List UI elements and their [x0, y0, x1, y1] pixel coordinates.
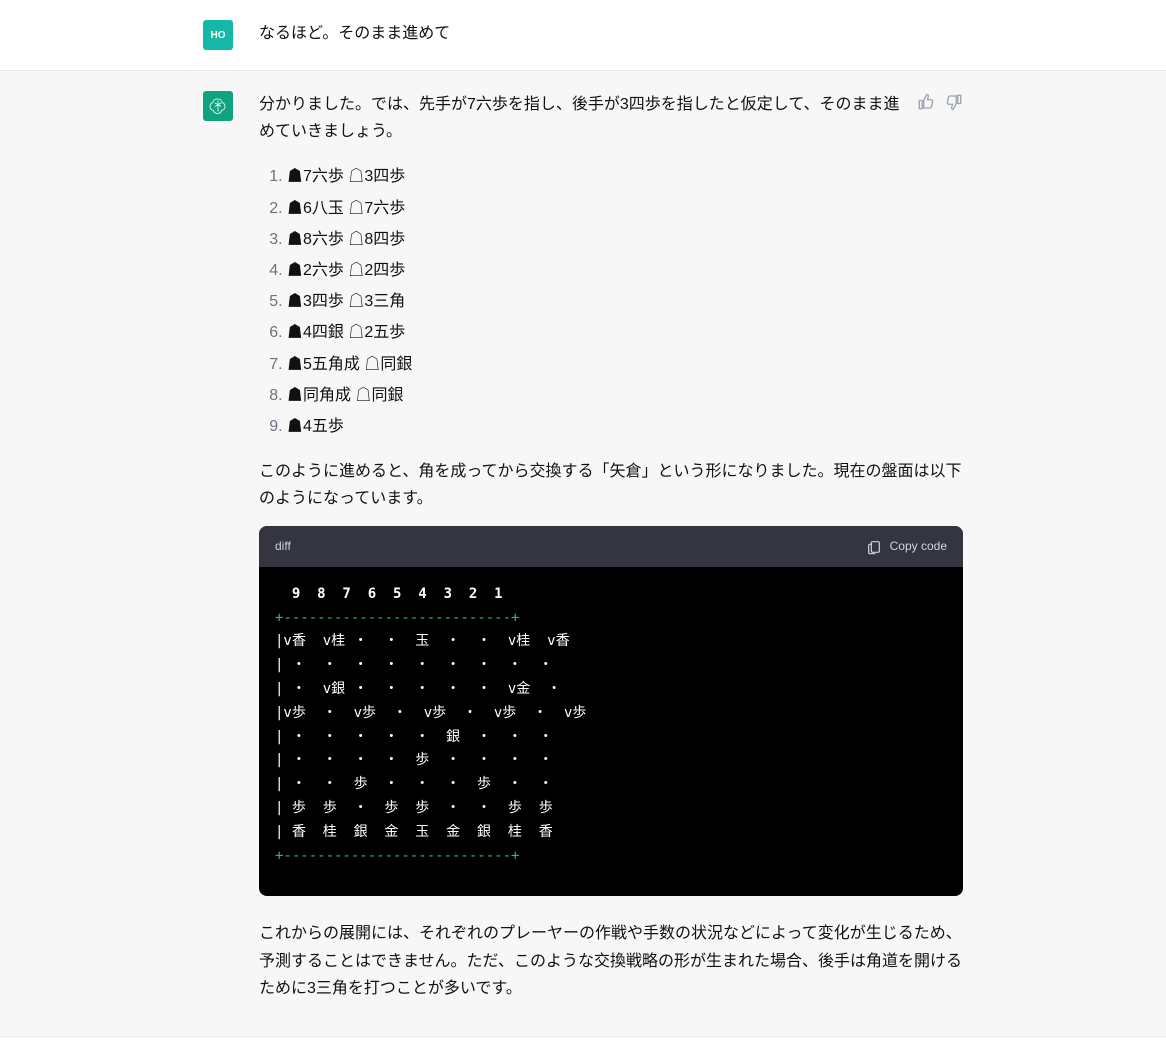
move-text: ☗同角成 ☖同銀: [287, 387, 403, 404]
feedback-buttons: [917, 91, 963, 111]
clipboard-icon: [866, 539, 882, 555]
move-item: ☗7六歩 ☖3四歩: [287, 161, 963, 192]
copy-code-label: Copy code: [890, 536, 947, 556]
move-text: ☗2六歩 ☖2四歩: [287, 262, 405, 279]
move-item: ☗2六歩 ☖2四歩: [287, 255, 963, 286]
move-text: ☗4五歩: [287, 418, 344, 435]
move-item: ☗4四銀 ☖2五歩: [287, 317, 963, 348]
move-item: ☗同角成 ☖同銀: [287, 380, 963, 411]
openai-logo-icon: [208, 96, 228, 116]
user-avatar: HO: [203, 20, 233, 50]
user-message-row: HO なるほど。そのまま進めて: [0, 0, 1166, 71]
assistant-after-text: このように進めると、角を成ってから交換する「矢倉」という形になりました。現在の盤…: [259, 458, 963, 512]
thumbs-up-icon: [917, 93, 935, 111]
move-text: ☗5五角成 ☖同銀: [287, 356, 412, 373]
move-item: ☗5五角成 ☖同銀: [287, 349, 963, 380]
code-lang-label: diff: [275, 536, 291, 556]
assistant-intro-text: 分かりました。では、先手が7六歩を指し、後手が3四歩を指したと仮定して、そのまま…: [259, 96, 900, 140]
thumbs-down-icon: [945, 93, 963, 111]
move-text: ☗6八玉 ☖7六歩: [287, 200, 405, 217]
move-text: ☗3四歩 ☖3三角: [287, 293, 405, 310]
thumbs-down-button[interactable]: [945, 93, 963, 111]
move-text: ☗7六歩 ☖3四歩: [287, 168, 405, 185]
assistant-message-row: 分かりました。では、先手が7六歩を指し、後手が3四歩を指したと仮定して、そのまま…: [0, 71, 1166, 1037]
user-message-text: なるほど。そのまま進めて: [259, 20, 963, 47]
move-text: ☗8六歩 ☖8四歩: [287, 231, 405, 248]
assistant-avatar: [203, 91, 233, 121]
copy-code-button[interactable]: Copy code: [866, 536, 947, 556]
code-content: 9 8 7 6 5 4 3 2 1 +---------------------…: [259, 567, 963, 897]
moves-list: ☗7六歩 ☖3四歩 ☗6八玉 ☖7六歩 ☗8六歩 ☖8四歩 ☗2六歩 ☖2四歩 ☗3四歩…: [259, 161, 963, 442]
thumbs-up-button[interactable]: [917, 93, 935, 111]
move-item: ☗8六歩 ☖8四歩: [287, 224, 963, 255]
code-header: diff Copy code: [259, 526, 963, 566]
move-item: ☗6八玉 ☖7六歩: [287, 193, 963, 224]
move-item: ☗4五歩: [287, 411, 963, 442]
assistant-outro-text: これからの展開には、それぞれのプレーヤーの作戦や手数の状況などによって変化が生じ…: [259, 920, 963, 1002]
move-text: ☗4四銀 ☖2五歩: [287, 324, 405, 341]
code-block: diff Copy code 9 8 7 6 5 4 3 2 1 +------…: [259, 526, 963, 896]
move-item: ☗3四歩 ☖3三角: [287, 286, 963, 317]
